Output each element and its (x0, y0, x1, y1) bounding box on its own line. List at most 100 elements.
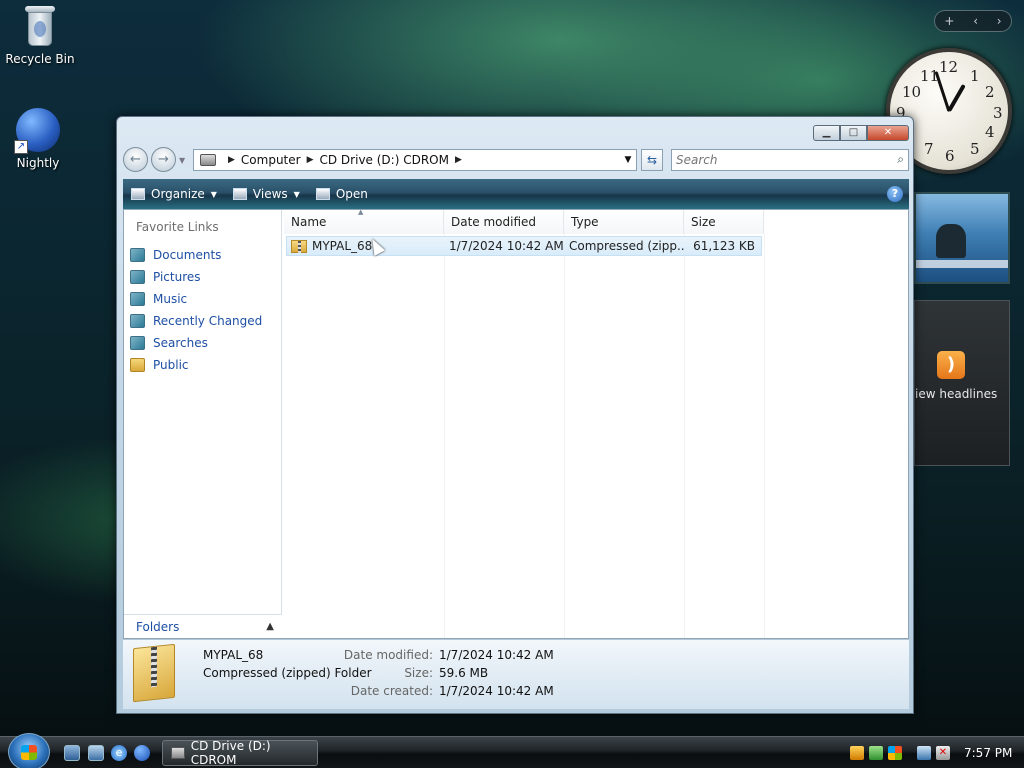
nav-item-label: Music (153, 292, 188, 306)
searches-icon (130, 336, 145, 350)
column-header-date[interactable]: Date modified (444, 210, 564, 234)
file-date-cell: 1/7/2024 10:42 AM (449, 239, 564, 253)
taskbar-item-cd-drive[interactable]: CD Drive (D:) CDROM (162, 739, 318, 767)
whale-tail-photo (936, 224, 966, 258)
clock-minute-hand (934, 70, 951, 112)
volume-muted-icon[interactable]: ✕ (936, 746, 950, 760)
globe-icon[interactable] (134, 745, 150, 761)
water-splash (916, 260, 1008, 268)
refresh-button[interactable]: ⇆ (641, 149, 663, 171)
column-header-label: Type (571, 215, 599, 229)
file-name: MYPAL_68 (312, 239, 373, 253)
update-icon[interactable] (869, 746, 883, 760)
add-gadget-button[interactable]: + (944, 14, 954, 28)
views-icon (232, 188, 247, 200)
column-header-label: Date modified (451, 215, 537, 229)
internet-explorer-icon[interactable]: e (111, 745, 127, 761)
folders-label: Folders (136, 619, 180, 634)
explorer-body: Favorite Links Documents Pictures Music … (123, 208, 909, 639)
column-divider (764, 234, 765, 638)
column-header-size[interactable]: Size (684, 210, 764, 234)
prev-gadget-button[interactable]: ‹ (973, 14, 978, 28)
file-list-pane: ▲ Name Date modified Type Size MYPAL_68 … (284, 208, 908, 638)
clock-number: 1 (970, 67, 980, 85)
command-bar: Organize ▼ Views ▼ Open ? (123, 179, 909, 209)
recently-changed-icon (130, 314, 145, 328)
taskbar: e CD Drive (D:) CDROM ✕ 7:57 PM (0, 733, 1024, 768)
desktop-icon-label: Recycle Bin (5, 52, 75, 66)
explorer-window: ▁ □ ✕ ← → ▼ ▶ Computer ▶ CD Drive (D:) C… (116, 116, 914, 714)
clock-number: 6 (945, 147, 955, 165)
folders-toggle[interactable]: Folders ▲ (124, 614, 282, 638)
taskbar-clock[interactable]: 7:57 PM (964, 746, 1012, 760)
slideshow-gadget[interactable] (914, 192, 1010, 284)
breadcrumb-computer[interactable]: Computer (241, 153, 301, 167)
breadcrumb-arrow-icon[interactable]: ▶ (228, 155, 235, 165)
nav-item-label: Searches (153, 336, 208, 350)
search-box[interactable]: ⌕ (671, 149, 909, 171)
chevron-down-icon: ▼ (293, 189, 300, 199)
nav-item-label: Recently Changed (153, 314, 263, 328)
details-date-modified-label: Date modified: (343, 648, 433, 662)
details-pane: MYPAL_68 Compressed (zipped) Folder Date… (123, 639, 909, 709)
system-tray: ✕ (850, 737, 955, 768)
breadcrumb-arrow-icon[interactable]: ▶ (455, 155, 462, 165)
close-button[interactable]: ✕ (867, 125, 909, 141)
chevron-down-icon: ▼ (210, 189, 217, 199)
organize-button[interactable]: Organize ▼ (123, 179, 225, 209)
column-header-label: Name (291, 215, 327, 229)
desktop-icon-nightly[interactable]: ↗ Nightly (0, 108, 78, 170)
title-bar[interactable]: ▁ □ ✕ (117, 117, 913, 147)
open-icon (315, 188, 330, 200)
organize-icon (131, 188, 145, 200)
nav-item-searches[interactable]: Searches (130, 332, 262, 354)
start-button[interactable] (8, 733, 50, 768)
nav-item-documents[interactable]: Documents (130, 244, 262, 266)
column-header-type[interactable]: Type (564, 210, 684, 234)
taskbar-item-label: CD Drive (D:) CDROM (190, 739, 271, 767)
next-gadget-button[interactable]: › (997, 14, 1002, 28)
column-header-name[interactable]: ▲ Name (284, 208, 444, 234)
details-date-created: 1/7/2024 10:42 AM (439, 684, 554, 698)
clock-number: 5 (970, 140, 980, 158)
favorite-links-list: Documents Pictures Music Recently Change… (130, 244, 262, 376)
details-size: 59.6 MB (439, 666, 489, 680)
clock-number: 4 (985, 123, 995, 141)
address-bar[interactable]: ▶ Computer ▶ CD Drive (D:) CDROM ▶ ▼ (193, 149, 637, 171)
nav-item-label: Pictures (153, 270, 201, 284)
zip-folder-icon (291, 239, 307, 253)
open-button[interactable]: Open (308, 179, 376, 209)
nav-item-public[interactable]: Public (130, 354, 262, 376)
breadcrumb-arrow-icon[interactable]: ▶ (307, 155, 314, 165)
forward-button[interactable]: → (151, 147, 176, 172)
help-icon[interactable]: ? (887, 186, 903, 202)
security-shield-icon[interactable] (850, 746, 864, 760)
back-button[interactable]: ← (123, 147, 148, 172)
window-controls: ▁ □ ✕ (813, 125, 909, 141)
breadcrumb-cd-drive[interactable]: CD Drive (D:) CDROM (320, 153, 449, 167)
nav-item-pictures[interactable]: Pictures (130, 266, 262, 288)
minimize-button[interactable]: ▁ (813, 125, 840, 141)
search-icon[interactable]: ⌕ (897, 152, 904, 167)
desktop-icon-label: Nightly (16, 156, 60, 170)
rss-icon: ) (937, 351, 965, 379)
switch-windows-icon[interactable] (88, 745, 104, 761)
windows-flag-icon[interactable] (888, 746, 902, 760)
views-button[interactable]: Views ▼ (225, 179, 308, 209)
clock-number: 7 (924, 140, 934, 158)
maximize-button[interactable]: □ (840, 125, 867, 141)
network-icon[interactable] (917, 746, 931, 760)
file-row[interactable]: MYPAL_68 1/7/2024 10:42 AM Compressed (z… (286, 236, 762, 256)
recent-pages-chevron-icon[interactable]: ▼ (179, 156, 185, 165)
show-desktop-icon[interactable] (64, 745, 80, 761)
desktop-icon-recycle-bin[interactable]: Recycle Bin (0, 4, 80, 66)
documents-icon (130, 248, 145, 262)
feed-headlines-gadget[interactable]: ) iew headlines (914, 300, 1010, 466)
clock-hour-hand (947, 84, 966, 112)
address-dropdown-icon[interactable]: ▼ (620, 155, 636, 165)
nav-item-recently-changed[interactable]: Recently Changed (130, 310, 262, 332)
sort-arrow-icon: ▲ (358, 208, 364, 216)
feed-headlines-text: iew headlines (915, 387, 998, 401)
nav-item-music[interactable]: Music (130, 288, 262, 310)
search-input[interactable] (676, 150, 886, 170)
